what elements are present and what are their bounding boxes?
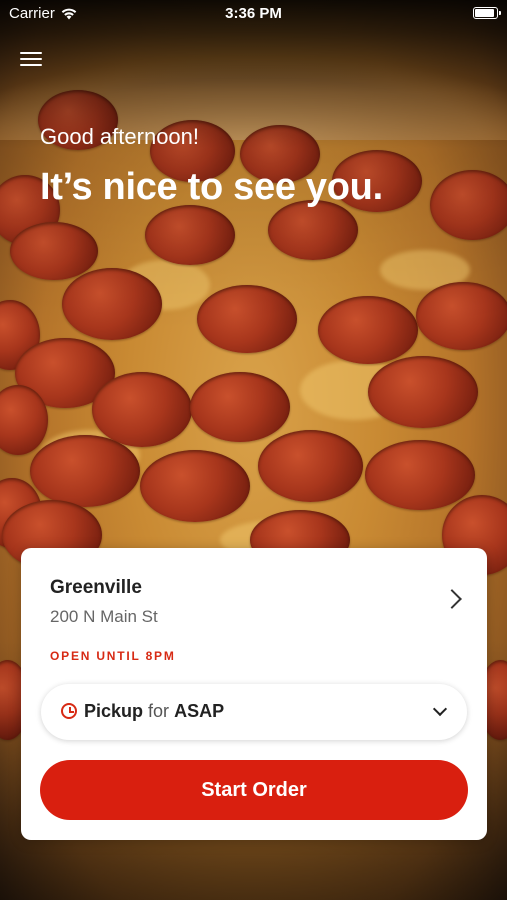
top-shade-overlay [0,0,507,330]
status-bar: Carrier 3:36 PM [0,0,507,28]
pepperoni [140,450,250,522]
pickup-summary: Pickup for ASAP [84,701,224,722]
store-hours-status: OPEN UNTIL 8PM [50,649,176,663]
app-screen: Carrier 3:36 PM Good afternoon! It’s nic… [0,0,507,900]
start-order-button[interactable]: Start Order [40,760,468,820]
pepperoni [258,430,363,502]
pepperoni [92,372,192,447]
pickup-time-select[interactable]: Pickup for ASAP [41,684,467,740]
battery-fill [475,9,494,17]
pickup-time: ASAP [174,701,225,721]
store-address: 200 N Main St [50,607,158,626]
hamburger-menu-icon[interactable] [20,48,42,68]
pepperoni [190,372,290,442]
pickup-connector: for [148,701,170,721]
chevron-down-icon [432,701,448,717]
store-selector[interactable]: Greenville 200 N Main St [21,548,487,638]
store-name: Greenville [50,577,142,598]
store-card: Greenville 200 N Main St OPEN UNTIL 8PM … [21,548,487,840]
menu-line [20,52,42,54]
clock-icon [61,703,77,719]
battery-icon [473,7,501,19]
pepperoni [30,435,140,507]
status-time: 3:36 PM [225,5,282,22]
menu-line [20,58,42,60]
headline-text: It’s nice to see you. [40,166,383,208]
pepperoni [365,440,475,510]
pepperoni [368,356,478,428]
chevron-right-icon [442,589,462,609]
greeting-text: Good afternoon! [40,124,200,149]
pickup-method: Pickup [84,701,144,721]
menu-line [20,64,42,66]
